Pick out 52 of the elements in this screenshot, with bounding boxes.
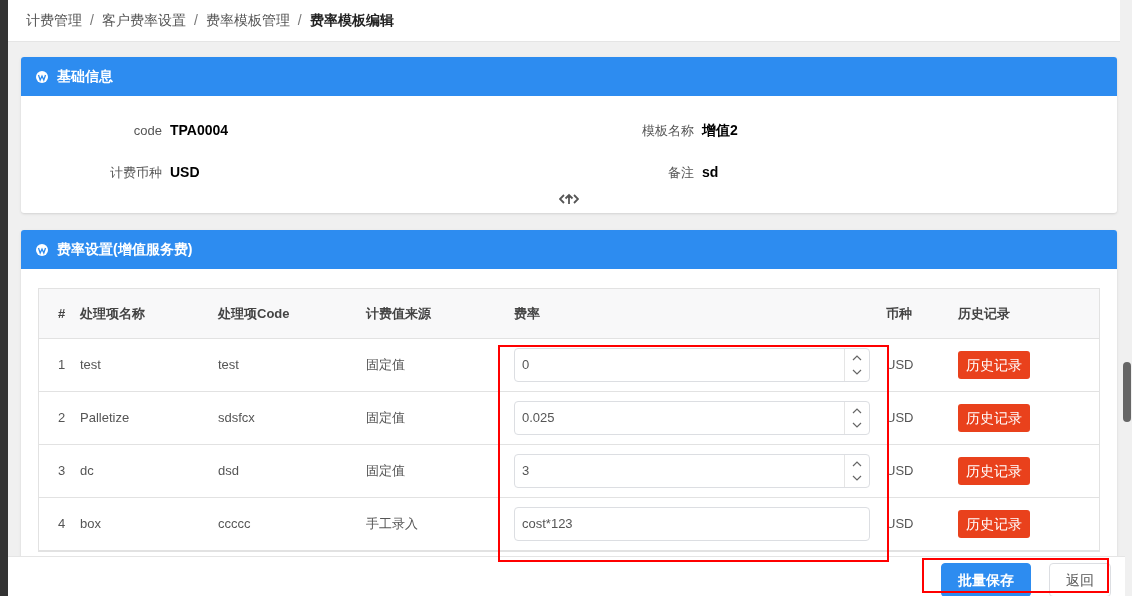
circle-logo-icon [36, 243, 48, 256]
table-cell: 固定值 [366, 357, 405, 373]
circle-logo-icon [36, 70, 48, 83]
field-value: sd [702, 163, 719, 182]
history-button[interactable]: 历史记录 [958, 510, 1030, 538]
table-cell: test [218, 357, 239, 373]
table-cell: dc [80, 463, 94, 479]
history-button[interactable]: 历史记录 [958, 457, 1030, 485]
field-label: 备注 [667, 163, 694, 182]
history-button[interactable]: 历史记录 [958, 404, 1030, 432]
rate-input[interactable]: 3 [514, 454, 870, 488]
table-cell: 手工录入 [366, 516, 418, 532]
column-header: 计费值来源 [366, 305, 431, 321]
field-label: 计费币种 [109, 163, 162, 182]
breadcrumb-separator: / [297, 11, 302, 30]
collapse-icon[interactable] [559, 193, 579, 205]
history-button[interactable]: 历史记录 [958, 351, 1030, 379]
panel-title: 费率设置(增值服务费) [57, 240, 193, 259]
table-cell: 3 [58, 463, 66, 479]
table-cell: 固定值 [366, 410, 405, 426]
table-cell: box [80, 516, 101, 532]
footer-button[interactable]: 返回 [1049, 563, 1111, 596]
breadcrumb-separator: / [90, 11, 94, 30]
column-header: 处理项Code [218, 305, 290, 321]
field-label: 模板名称 [641, 121, 694, 140]
breadcrumb-item: 费率模板编辑 [309, 11, 394, 30]
panel-title: 基础信息 [57, 67, 113, 86]
breadcrumb-separator: / [193, 11, 198, 30]
table-cell: dsd [218, 463, 239, 479]
table-cell: sdsfcx [218, 410, 255, 426]
column-header: # [58, 305, 66, 321]
breadcrumb-item[interactable]: 费率模板管理 [205, 10, 290, 31]
field-value: 增值2 [702, 121, 738, 140]
table-cell: 1 [58, 357, 66, 373]
table-cell: test [80, 357, 101, 373]
table-cell: 固定值 [366, 463, 405, 479]
table-cell: ccccc [218, 516, 251, 532]
column-header: 币种 [886, 305, 912, 321]
table-cell: 2 [58, 410, 66, 426]
table-cell: 4 [58, 516, 66, 532]
breadcrumb-item[interactable]: 计费管理 [26, 10, 82, 31]
field-value: TPA0004 [170, 121, 229, 140]
field-label: code [132, 121, 162, 140]
field-value: USD [170, 163, 200, 182]
rate-input[interactable]: cost*123 [514, 507, 870, 541]
rate-input[interactable]: 0.025 [514, 401, 870, 435]
column-header: 处理项名称 [80, 305, 145, 321]
table-cell: Palletize [80, 410, 130, 426]
column-header: 费率 [514, 305, 540, 321]
breadcrumb-item[interactable]: 客户费率设置 [101, 10, 186, 31]
rate-input[interactable]: 0 [514, 348, 870, 382]
column-header: 历史记录 [957, 305, 1010, 321]
